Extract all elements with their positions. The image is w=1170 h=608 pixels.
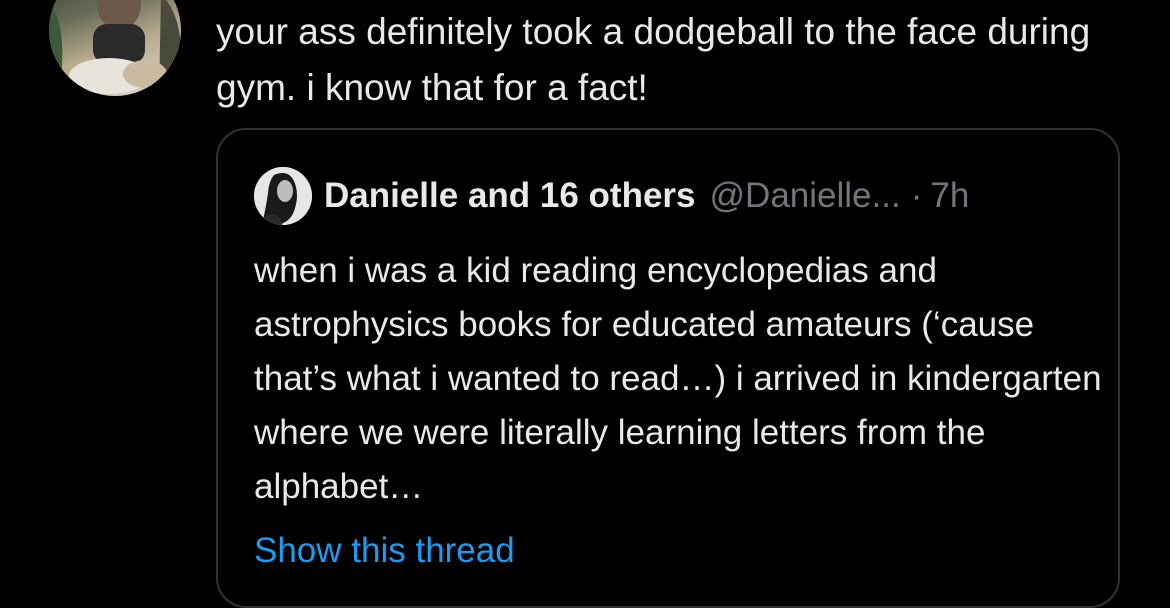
timestamp-separator: · (910, 176, 923, 215)
user-avatar[interactable] (49, 0, 181, 96)
quoted-tweet-text: when i was a kid reading encyclopedias a… (254, 251, 1102, 506)
quoted-tweet-card[interactable]: Danielle and 16 others @Danielle... · 7h… (216, 128, 1120, 608)
quoted-tweet-header: Danielle and 16 others @Danielle... · 7h (254, 167, 969, 225)
tweet-text: your ass definitely took a dodgeball to … (216, 11, 1091, 108)
quoted-author-avatar[interactable] (254, 167, 312, 225)
quoted-author-handle[interactable]: @Danielle... (710, 176, 901, 216)
tweet[interactable]: your ass definitely took a dodgeball to … (0, 0, 1170, 608)
quoted-author-name[interactable]: Danielle and 16 others (324, 176, 696, 216)
show-this-thread-link[interactable]: Show this thread (254, 524, 515, 578)
quoted-tweet-timestamp[interactable]: 7h (930, 176, 969, 216)
